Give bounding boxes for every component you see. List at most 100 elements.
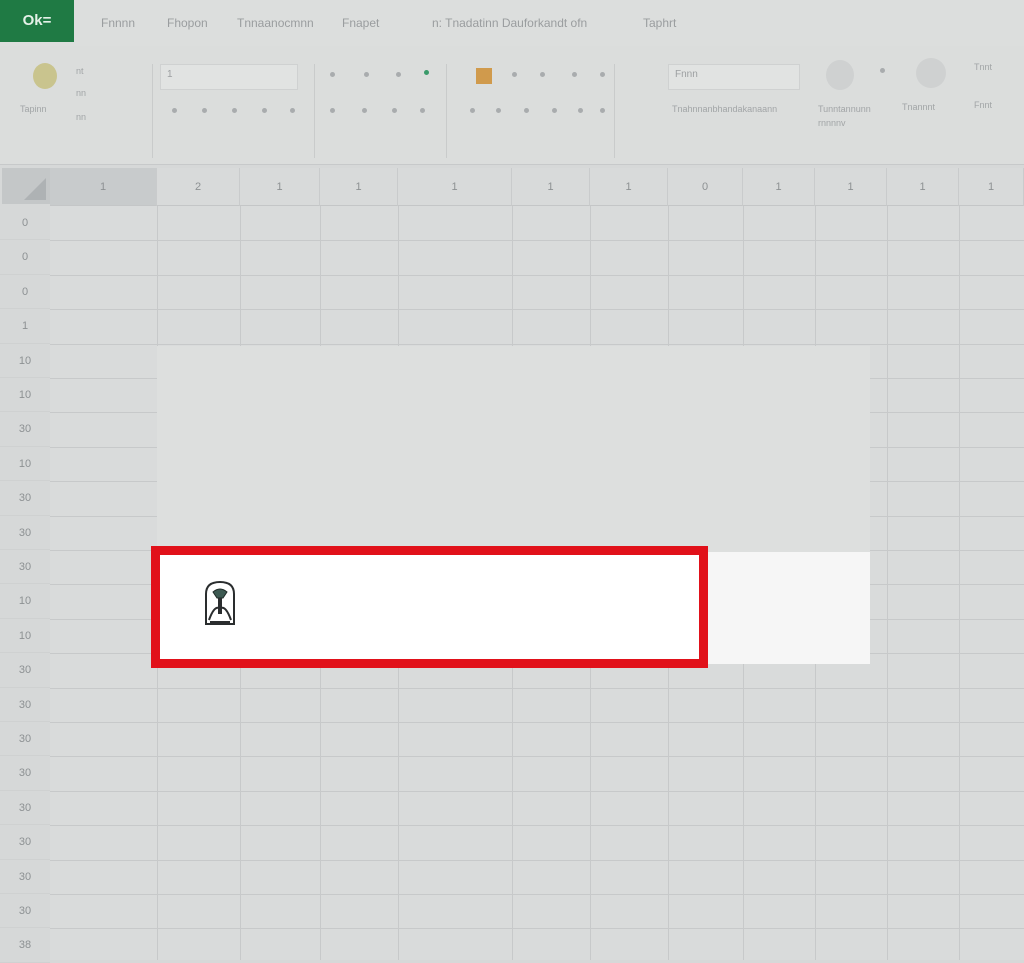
delete-cells-icon[interactable] [880,68,885,73]
column-header[interactable]: 1 [743,168,815,206]
column-header[interactable]: 1 [50,168,157,206]
sort-caption[interactable]: Tnnt [974,62,992,72]
row-header[interactable]: 30 [0,653,50,688]
tab-help[interactable]: Taphrt [643,16,676,30]
fraction-icon[interactable] [552,108,557,113]
column-header[interactable]: 0 [668,168,743,206]
grid-row-line [50,240,1024,242]
row-header[interactable]: 0 [0,240,50,275]
row-header[interactable]: 0 [0,275,50,310]
percent-icon[interactable] [512,72,517,77]
align-middle-icon[interactable] [364,72,369,77]
row-header[interactable]: 30 [0,860,50,894]
format-caption[interactable]: Tnannnt [902,102,935,112]
tab-format[interactable]: Fnapet [342,16,379,30]
grid-column-line [959,206,960,960]
find-caption[interactable]: Fnnt [974,100,992,110]
number-format-icon[interactable] [476,68,492,84]
cell-style-box[interactable]: Fnnn [668,64,800,90]
format-cells-icon[interactable] [916,58,946,88]
special-format-icon[interactable] [600,108,605,113]
column-header[interactable]: 1 [240,168,320,206]
grid-row-line [50,825,1024,827]
date-format-icon[interactable] [496,108,501,113]
column-header[interactable]: 1 [590,168,668,206]
grid-row-line [50,756,1024,758]
row-header[interactable]: 30 [0,756,50,791]
paste-icon[interactable] [33,63,57,89]
tab-data[interactable]: n: Tnadatinn Dauforkandt ofn [432,16,587,30]
row-header[interactable]: 30 [0,412,50,447]
grid-row-line [50,790,1024,792]
decrease-decimal-icon[interactable] [600,72,605,77]
highlighted-item[interactable] [151,546,708,668]
underline-icon[interactable] [232,108,237,113]
row-header[interactable]: 30 [0,791,50,826]
italic-icon[interactable] [202,108,207,113]
select-all-triangle-icon [24,178,46,200]
row-header[interactable]: 30 [0,825,50,860]
tab-insert[interactable]: Tnnaanocmnn [237,16,314,30]
grid-row-line [50,687,1024,689]
insert-cells-icon[interactable] [826,60,854,90]
app-logo[interactable]: Ok= [0,0,74,42]
row-header[interactable]: 10 [0,344,50,378]
insert-caption[interactable]: Tunntannunn [818,104,871,114]
align-bottom-icon[interactable] [396,72,401,77]
column-header[interactable]: 1 [320,168,398,206]
fill-color-icon[interactable] [290,108,295,113]
column-header[interactable]: 1 [398,168,512,206]
merge-icon[interactable] [420,108,425,113]
trophy-figure-icon [205,580,235,625]
font-name-box[interactable]: 1 [160,64,298,90]
title-bar: Ok= Fnnnn Fhopon Tnnaanocmnn Fnapet n: T… [0,0,1024,46]
row-header[interactable]: 0 [0,206,50,241]
ribbon-divider [614,64,615,158]
row-header[interactable]: 30 [0,516,50,550]
row-header[interactable]: 30 [0,722,50,757]
time-format-icon[interactable] [524,108,529,113]
tab-home[interactable]: Fhopon [167,16,208,30]
row-header[interactable]: 10 [0,619,50,654]
column-header[interactable]: 1 [512,168,590,206]
wrap-text-icon[interactable] [424,70,429,75]
cut-label[interactable]: nt [76,66,84,76]
align-top-icon[interactable] [330,72,335,77]
grid-row-line [50,722,1024,723]
grid-row-line [50,274,1024,276]
row-header[interactable]: 38 [0,928,50,963]
format-painter-label[interactable]: nn [76,112,86,122]
row-header[interactable]: 1 [0,309,50,344]
bold-icon[interactable] [172,108,177,113]
grid-row-line [50,343,1024,345]
text-format-icon[interactable] [578,108,583,113]
column-header[interactable]: 2 [157,168,240,206]
row-header[interactable]: 10 [0,378,50,413]
grid-row-line [50,859,1024,861]
border-icon[interactable] [262,108,267,113]
row-header[interactable]: 30 [0,688,50,722]
copy-label[interactable]: nn [76,88,86,98]
increase-decimal-icon[interactable] [572,72,577,77]
ribbon-divider [446,64,447,158]
currency-icon[interactable] [470,108,475,113]
row-header[interactable]: 30 [0,550,50,585]
column-header[interactable]: 1 [815,168,887,206]
insert-caption-2: rnnnnv [818,118,846,128]
row-header[interactable]: 30 [0,894,50,929]
column-header[interactable]: 1 [959,168,1024,206]
row-header[interactable]: 10 [0,584,50,619]
align-center-icon[interactable] [362,108,367,113]
styles-caption: Tnahnnanbhandakanaann [672,104,778,114]
select-all-corner[interactable] [2,168,50,204]
column-header[interactable]: 1 [887,168,959,206]
grid-row-line [50,928,1024,930]
grid-row-line [50,894,1024,895]
tab-file[interactable]: Fnnnn [101,16,135,30]
align-left-icon[interactable] [330,108,335,113]
row-header[interactable]: 10 [0,447,50,482]
comma-icon[interactable] [540,72,545,77]
paste-label[interactable]: Tapinn [20,104,47,114]
align-right-icon[interactable] [392,108,397,113]
row-header[interactable]: 30 [0,481,50,516]
